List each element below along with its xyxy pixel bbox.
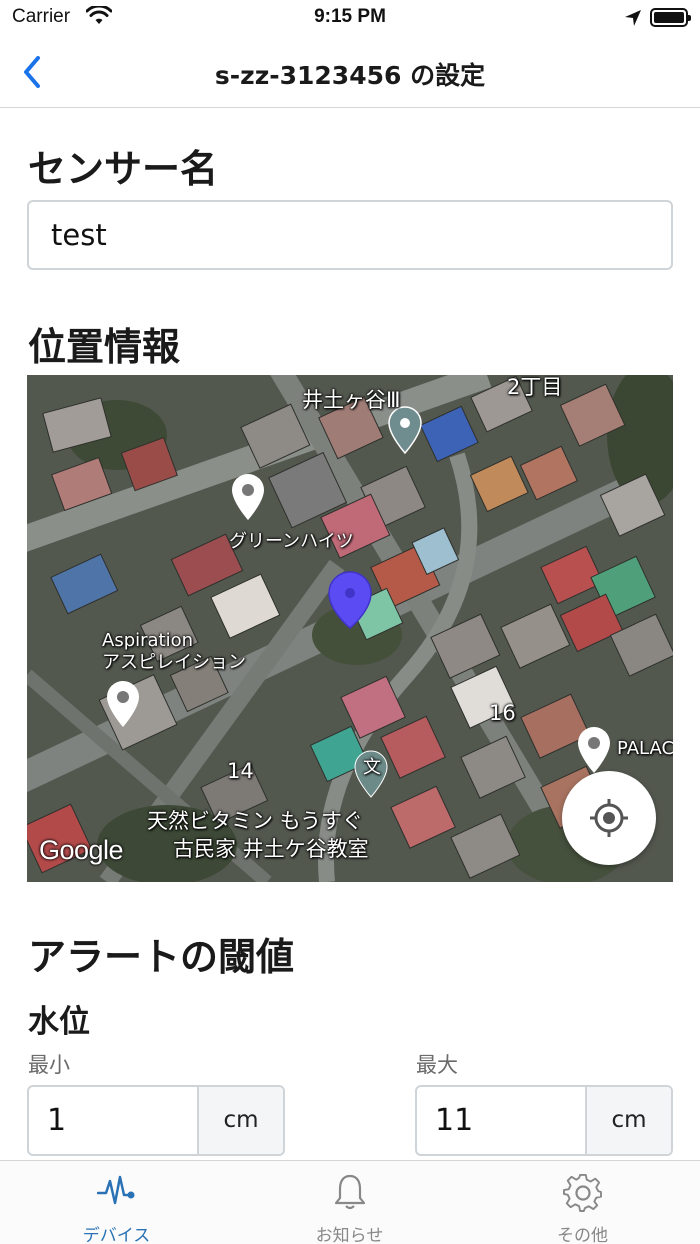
max-value[interactable]: 11	[417, 1087, 587, 1154]
tab-label: その他	[557, 1226, 608, 1244]
page-title: s-zz-3123456 の設定	[214, 61, 486, 90]
tab-bar: デバイス お知らせ その他	[0, 1160, 700, 1244]
min-unit: cm	[197, 1087, 283, 1154]
map-label: アスピレイション	[102, 652, 246, 673]
max-unit: cm	[585, 1087, 671, 1154]
map-label: 古民家 井土ケ谷教室	[173, 837, 369, 861]
pulse-icon	[96, 1175, 134, 1205]
map-label: Aspiration	[102, 630, 194, 651]
my-location-button[interactable]	[562, 771, 656, 865]
map-label: 2丁目	[507, 375, 563, 399]
map-label: 天然ビタミン もうすぐ	[147, 809, 364, 833]
google-logo: Google	[39, 835, 124, 865]
map-label: PALAC	[617, 738, 673, 759]
max-label: 最大	[416, 1053, 458, 1077]
water-level-heading: 水位	[28, 1004, 90, 1040]
min-label: 最小	[28, 1053, 70, 1077]
map-view[interactable]: 井土ヶ谷Ⅲ 2丁目 グリーンハイツ Aspiration アスピレイション 16…	[27, 375, 673, 882]
bell-icon	[334, 1174, 365, 1210]
sensor-name-heading: センサー名	[28, 147, 219, 191]
sensor-name-input[interactable]	[27, 200, 673, 270]
school-glyph: 文	[363, 757, 381, 778]
location-arrow-icon	[624, 9, 642, 31]
crosshair-icon	[590, 799, 628, 837]
tab-devices[interactable]: デバイス	[0, 1161, 233, 1244]
tab-other[interactable]: その他	[466, 1161, 699, 1244]
alert-threshold-heading: アラートの閾値	[28, 935, 295, 979]
map-label: 井土ヶ谷Ⅲ	[302, 388, 401, 412]
min-water-level-field[interactable]: 1 cm	[27, 1085, 285, 1156]
map-label: 16	[489, 701, 516, 725]
tab-label: お知らせ	[315, 1226, 384, 1244]
min-value[interactable]: 1	[29, 1087, 199, 1154]
max-water-level-field[interactable]: 11 cm	[415, 1085, 673, 1156]
status-bar: Carrier 9:15 PM	[0, 0, 700, 36]
navigation-bar: s-zz-3123456 の設定	[0, 36, 700, 108]
clock: 9:15 PM	[314, 6, 386, 27]
battery-icon	[650, 8, 691, 27]
gear-icon	[562, 1173, 602, 1212]
location-heading: 位置情報	[28, 325, 181, 369]
tab-notifications[interactable]: お知らせ	[233, 1161, 466, 1244]
tab-label: デバイス	[82, 1226, 151, 1244]
map-label: グリーンハイツ	[229, 531, 354, 552]
map-label: 14	[227, 759, 254, 783]
